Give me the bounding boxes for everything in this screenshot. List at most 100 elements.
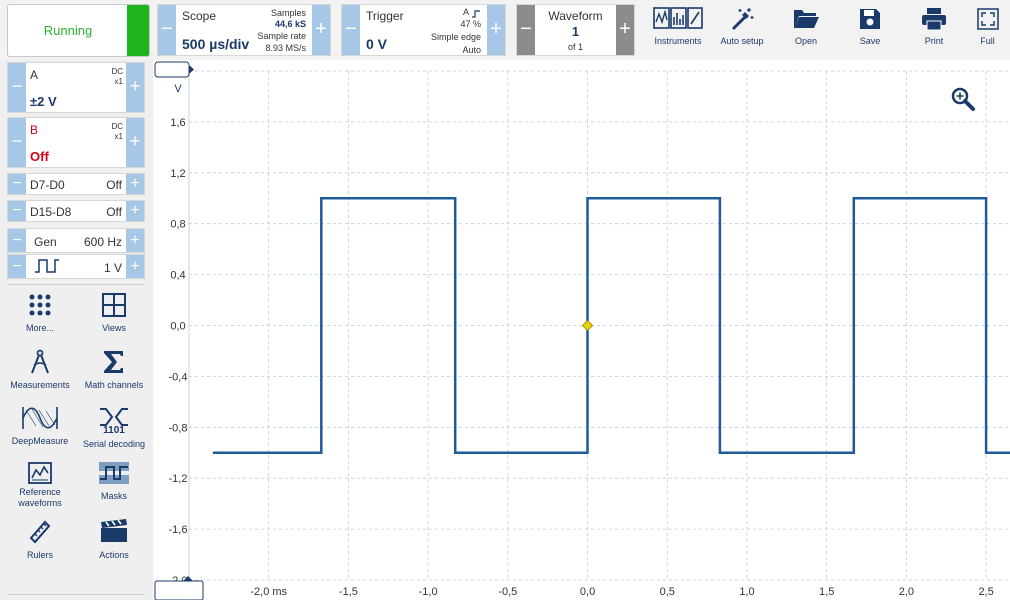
generator-frequency-decrease-button[interactable]: − [8, 229, 26, 252]
y-tick-label: -1,6 [169, 524, 188, 536]
generator-frequency-control: − Gen 600 Hz + [7, 228, 145, 253]
rulers-label: Rulers [26, 550, 53, 560]
channel-b-name: B [30, 123, 39, 137]
generator-name: Gen [34, 235, 57, 249]
views-button[interactable]: Views [77, 292, 151, 334]
channel-b-range-increase-button[interactable]: + [126, 118, 144, 167]
run-status-bar [127, 5, 149, 56]
left-panel: − A DC x1 ±2 V + − B DC x1 Off + − D7-D0 O… [0, 60, 153, 600]
trigger-type[interactable]: Simple edge [431, 32, 481, 42]
channel-a-range-increase-button[interactable]: + [126, 63, 144, 112]
channel-b-range[interactable]: Off [30, 149, 49, 164]
trigger-mode[interactable]: Auto [462, 45, 481, 55]
actions-label: Actions [99, 550, 129, 560]
more-grid-icon [3, 292, 77, 318]
trigger-point-marker [581, 319, 594, 332]
samples-value[interactable]: 44,6 kS [275, 19, 306, 29]
x-tick-label: 2,5 [978, 586, 993, 598]
print-button[interactable]: Print [901, 4, 967, 56]
math-channels-button[interactable]: Math channels [77, 349, 151, 391]
waveform-next-button[interactable]: + [616, 5, 634, 55]
deepmeasure-button[interactable]: DeepMeasure [3, 405, 77, 447]
open-button[interactable]: Open [773, 4, 839, 56]
timebase-increase-button[interactable]: + [312, 5, 330, 55]
digital-d15-d8-decrease-button[interactable]: − [8, 201, 26, 221]
open-label: Open [794, 36, 818, 46]
x-tick-label: -1,0 [419, 586, 438, 598]
scope-plot-area[interactable]: 2,01,61,20,80,40,0-0,4-0,8-1,2-1,6-2,0 -… [153, 60, 1010, 600]
digital-d15-d8-increase-button[interactable]: + [126, 201, 144, 221]
channel-a-name: A [30, 68, 39, 82]
reference-waveforms-icon [3, 461, 77, 485]
top-toolbar: Running − Scope 500 µs/div Samples 44,6 … [0, 0, 1010, 60]
waveform-buffer-control: − Waveform 1 of 1 + [516, 4, 635, 56]
picoscope-window: Running − Scope 500 µs/div Samples 44,6 … [0, 0, 1010, 600]
generator-amplitude-increase-button[interactable]: + [126, 255, 144, 278]
y-tick-label: 0,4 [170, 270, 185, 282]
run-stop-button[interactable]: Running [7, 4, 150, 57]
auto-setup-button[interactable]: Auto setup [709, 4, 775, 56]
fullscreen-button[interactable]: Full [965, 4, 1010, 56]
serial-decoding-button[interactable]: 1101 Serial decoding [77, 405, 151, 450]
reference-waveforms-button[interactable]: Reference waveforms [3, 461, 77, 509]
instruments-icon [645, 6, 711, 32]
waveform-chart[interactable]: 2,01,61,20,80,40,0-0,4-0,8-1,2-1,6-2,0 -… [153, 60, 1010, 600]
serial-decoding-label: Serial decoding [82, 439, 146, 449]
serial-decoding-glyph-text: 1101 [103, 425, 125, 436]
y-axis-top-badge[interactable] [154, 61, 194, 78]
digital-d7-d0-increase-button[interactable]: + [126, 174, 144, 194]
channel-b-control: − B DC x1 Off + [7, 117, 145, 168]
masks-icon [77, 461, 151, 485]
samples-label: Samples [270, 8, 306, 18]
deepmeasure-label: DeepMeasure [11, 436, 69, 446]
digital-d7-d0-state[interactable]: Off [106, 178, 122, 192]
x-tick-label: 0,0 [580, 586, 595, 598]
digital-d7-d0-control: − D7-D0 Off + [7, 173, 145, 195]
print-icon [901, 6, 967, 32]
timebase-value[interactable]: 500 µs/div [182, 36, 249, 52]
channel-a-probe: x1 [114, 77, 123, 86]
measurements-button[interactable]: Measurements [3, 349, 77, 391]
generator-amplitude-decrease-button[interactable]: − [8, 255, 26, 278]
more-label: More... [25, 323, 54, 333]
math-channels-label: Math channels [84, 380, 144, 390]
channel-a-range[interactable]: ±2 V [30, 94, 57, 109]
y-tick-label: 0,0 [170, 321, 185, 333]
actions-button[interactable]: Actions [77, 518, 151, 561]
digital-d7-d0-decrease-button[interactable]: − [8, 174, 26, 194]
more-button[interactable]: More... [3, 292, 77, 334]
instruments-label: Instruments [654, 36, 702, 46]
channel-a-control: − A DC x1 ±2 V + [7, 62, 145, 113]
instruments-button[interactable]: Instruments [645, 4, 711, 56]
generator-frequency-increase-button[interactable]: + [126, 229, 144, 252]
panel-divider [7, 284, 145, 285]
auto-setup-label: Auto setup [720, 36, 764, 46]
y-tick-label: -0,8 [169, 422, 188, 434]
trigger-control: − Trigger 0 V A 47 % Simple edge Auto + [341, 4, 506, 56]
square-wave-icon[interactable] [34, 258, 60, 279]
rulers-button[interactable]: Rulers [3, 518, 77, 561]
rulers-icon [3, 518, 77, 544]
masks-button[interactable]: Masks [77, 461, 151, 502]
views-icon [77, 292, 151, 318]
sample-rate-label: Sample rate [257, 31, 306, 41]
save-button[interactable]: Save [837, 4, 903, 56]
sigma-icon [77, 349, 151, 375]
channel-a-range-decrease-button[interactable]: − [8, 63, 26, 112]
fullscreen-icon [965, 6, 1010, 32]
channel-a-coupling[interactable]: DC x1 [111, 67, 123, 87]
deepmeasure-icon [3, 405, 77, 431]
timebase-decrease-button[interactable]: − [158, 5, 176, 55]
trigger-level-value[interactable]: 0 V [366, 36, 387, 52]
channel-b-range-decrease-button[interactable]: − [8, 118, 26, 167]
trigger-channel: A [462, 7, 469, 17]
trigger-level-increase-button[interactable]: + [487, 5, 505, 55]
chart-markers [581, 319, 594, 332]
views-label: Views [102, 323, 126, 333]
trigger-level-decrease-button[interactable]: − [342, 5, 360, 55]
generator-amplitude[interactable]: 1 V [104, 261, 122, 275]
zoom-icon[interactable] [951, 87, 975, 111]
digital-d15-d8-state[interactable]: Off [106, 205, 122, 219]
generator-frequency[interactable]: 600 Hz [84, 235, 122, 249]
channel-b-coupling[interactable]: DC x1 [111, 122, 123, 142]
